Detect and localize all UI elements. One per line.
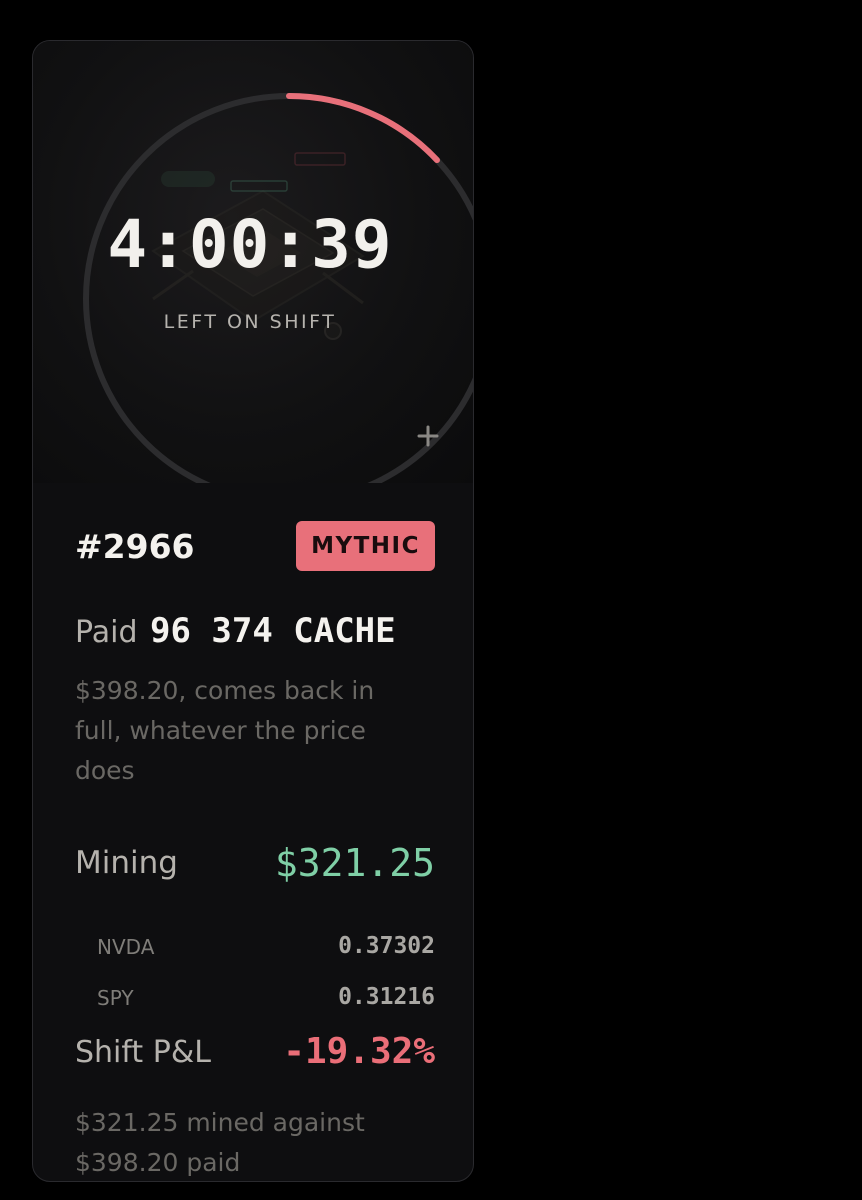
mining-row: Mining $321.25 bbox=[75, 841, 435, 889]
mining-value: $321.25 bbox=[274, 841, 435, 885]
ring-progress bbox=[286, 93, 440, 164]
holding-amount: 0.37302 bbox=[338, 933, 435, 959]
pnl-row: Shift P&L -19.32% bbox=[75, 1031, 435, 1079]
holding-amount: 0.31216 bbox=[338, 984, 435, 1010]
paid-row: Paid 96 374 CACHE bbox=[75, 611, 435, 651]
rarity-badge: MYTHIC bbox=[296, 521, 435, 571]
paid-amount: 96 374 CACHE bbox=[149, 611, 396, 651]
paid-label: Paid bbox=[75, 615, 138, 650]
miner-card[interactable]: 4:00:39 LEFT ON SHIFT #2966 MYTHIC Paid … bbox=[32, 40, 474, 1182]
ring-track bbox=[83, 93, 473, 483]
time-left: 4:00:39 bbox=[107, 206, 393, 283]
pnl-label: Shift P&L bbox=[75, 1035, 211, 1070]
holding-row-nvda: NVDA 0.37302 bbox=[97, 931, 435, 961]
holding-ticker: NVDA bbox=[97, 935, 155, 959]
mining-label: Mining bbox=[75, 845, 178, 881]
pnl-value: -19.32% bbox=[283, 1031, 435, 1072]
hero-visual: 4:00:39 LEFT ON SHIFT bbox=[33, 41, 473, 483]
token-id: #2966 bbox=[75, 527, 195, 566]
plus-icon[interactable] bbox=[417, 425, 439, 447]
paid-note: $398.20, comes back in full, whatever th… bbox=[75, 676, 375, 785]
holding-row-spy: SPY 0.31216 bbox=[97, 982, 435, 1012]
holding-ticker: SPY bbox=[97, 986, 134, 1010]
time-left-caption: LEFT ON SHIFT bbox=[163, 311, 337, 333]
pnl-note: $321.25 mined against $398.20 paid bbox=[75, 1108, 365, 1177]
id-row: #2966 MYTHIC bbox=[75, 521, 435, 573]
